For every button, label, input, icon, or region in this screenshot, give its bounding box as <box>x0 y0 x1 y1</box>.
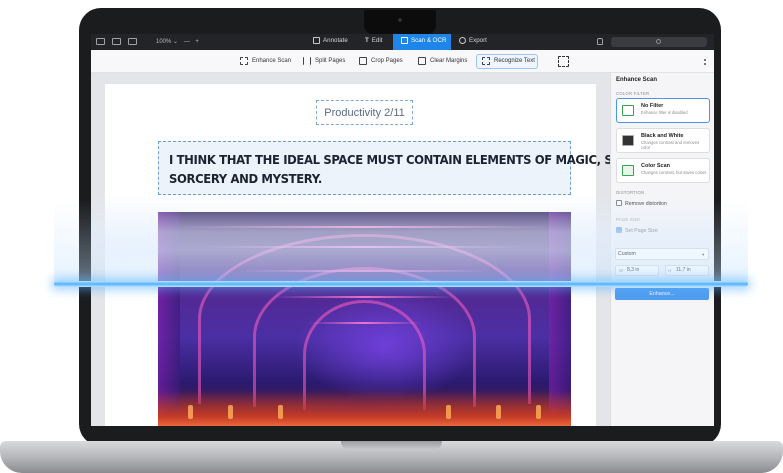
camera-notch <box>364 10 436 34</box>
tab-annotate[interactable]: Annotate <box>313 37 348 44</box>
quote-text-region[interactable]: I THINK THAT THE IDEAL SPACE MUST CONTAI… <box>158 141 668 195</box>
top-bar: 100% ⌄ — + Annotate T Edit Scan & OCR Ex… <box>91 34 714 50</box>
split-pages-label: Split Pages <box>315 58 346 64</box>
clear-margins-icon <box>418 57 426 65</box>
enhance-button[interactable]: Enhance... <box>615 288 709 300</box>
scan-line <box>54 281 748 287</box>
cathedral-photo <box>158 212 571 426</box>
photo-rib <box>203 246 526 248</box>
fullscreen-icon[interactable] <box>558 56 569 67</box>
sidebar-toggle-icon[interactable] <box>96 38 105 45</box>
photo-floor-glow <box>158 391 571 426</box>
photo-rib <box>308 322 421 324</box>
zoom-level[interactable]: 100% ⌄ <box>156 39 178 45</box>
tab-annotate-label: Annotate <box>323 37 348 44</box>
height-label: H <box>668 268 672 273</box>
recognize-text-icon <box>482 57 490 65</box>
search-icon <box>656 39 661 44</box>
width-value: 8,3 in <box>627 267 640 273</box>
photo-lamp <box>228 405 233 419</box>
tab-export[interactable]: Export <box>459 37 487 44</box>
more-options-icon[interactable] <box>704 59 706 65</box>
tab-edit[interactable]: T Edit <box>365 37 382 44</box>
recognize-text-label: Recognize Text <box>494 58 535 64</box>
recognize-text-button[interactable]: Recognize Text <box>482 57 535 65</box>
chevron-down-icon: ▾ <box>702 252 705 257</box>
page-view-icon[interactable] <box>128 38 137 45</box>
photo-rib <box>238 270 491 272</box>
zoom-control[interactable]: 100% ⌄ — + <box>156 38 199 45</box>
height-value: 11,7 in <box>676 267 691 273</box>
subtitle-text-region[interactable]: Productivity 2/11 <box>316 100 413 125</box>
grid-view-icon[interactable] <box>112 38 121 45</box>
split-pages-button[interactable]: Split Pages <box>303 57 345 65</box>
clear-margins-button[interactable]: Clear Margins <box>418 57 467 65</box>
zoom-out-button[interactable]: — <box>184 39 190 45</box>
zoom-in-button[interactable]: + <box>195 39 199 45</box>
quote-line-2: SORCERY AND MYSTERY. <box>169 171 322 186</box>
laptop-base-notch <box>341 441 442 449</box>
enhance-scan-label: Enhance Scan <box>252 58 292 64</box>
photo-lamp <box>536 405 541 419</box>
quote-text: I THINK THAT THE IDEAL SPACE MUST CONTAI… <box>169 150 668 188</box>
split-pages-icon <box>303 57 311 65</box>
tab-export-label: Export <box>469 37 487 44</box>
scan-toolbar: Enhance Scan Split Pages Crop Pages Clea… <box>91 50 714 73</box>
crop-pages-label: Crop Pages <box>371 58 403 64</box>
photo-rib <box>178 226 551 228</box>
clear-margins-label: Clear Margins <box>430 58 468 64</box>
camera-icon <box>398 18 402 22</box>
export-icon <box>459 37 466 44</box>
stage: 100% ⌄ — + Annotate T Edit Scan & OCR Ex… <box>0 0 783 473</box>
photo-lamp <box>446 405 451 419</box>
crop-icon <box>359 57 367 65</box>
tab-scan-ocr-label: Scan & OCR <box>411 37 447 44</box>
document-page: Productivity 2/11 I THINK THAT THE IDEAL… <box>105 84 668 426</box>
page-size-select-value: Custom <box>618 251 636 257</box>
tab-edit-label: Edit <box>371 37 383 44</box>
photo-lamp <box>278 405 283 419</box>
enhance-scan-icon <box>240 57 248 65</box>
enhance-scan-button[interactable]: Enhance Scan <box>240 57 291 65</box>
photo-lamp <box>496 405 501 419</box>
photo-lamp <box>188 405 193 419</box>
annotate-icon <box>313 37 320 44</box>
photo-rib <box>273 296 456 298</box>
tab-scan-ocr[interactable]: Scan & OCR <box>401 37 446 44</box>
scan-icon <box>401 37 408 44</box>
quote-line-1: I THINK THAT THE IDEAL SPACE MUST CONTAI… <box>169 152 668 167</box>
lock-icon[interactable] <box>597 38 603 45</box>
crop-pages-button[interactable]: Crop Pages <box>359 57 403 65</box>
width-label: W <box>619 268 624 273</box>
text-edit-icon: T <box>365 37 369 44</box>
document-area: Productivity 2/11 I THINK THAT THE IDEAL… <box>91 73 668 426</box>
panel-lower-controls: Custom ▾ W 8,3 in H 11,7 in Enhance... <box>610 73 714 426</box>
page-subtitle: Productivity 2/11 <box>324 106 405 119</box>
